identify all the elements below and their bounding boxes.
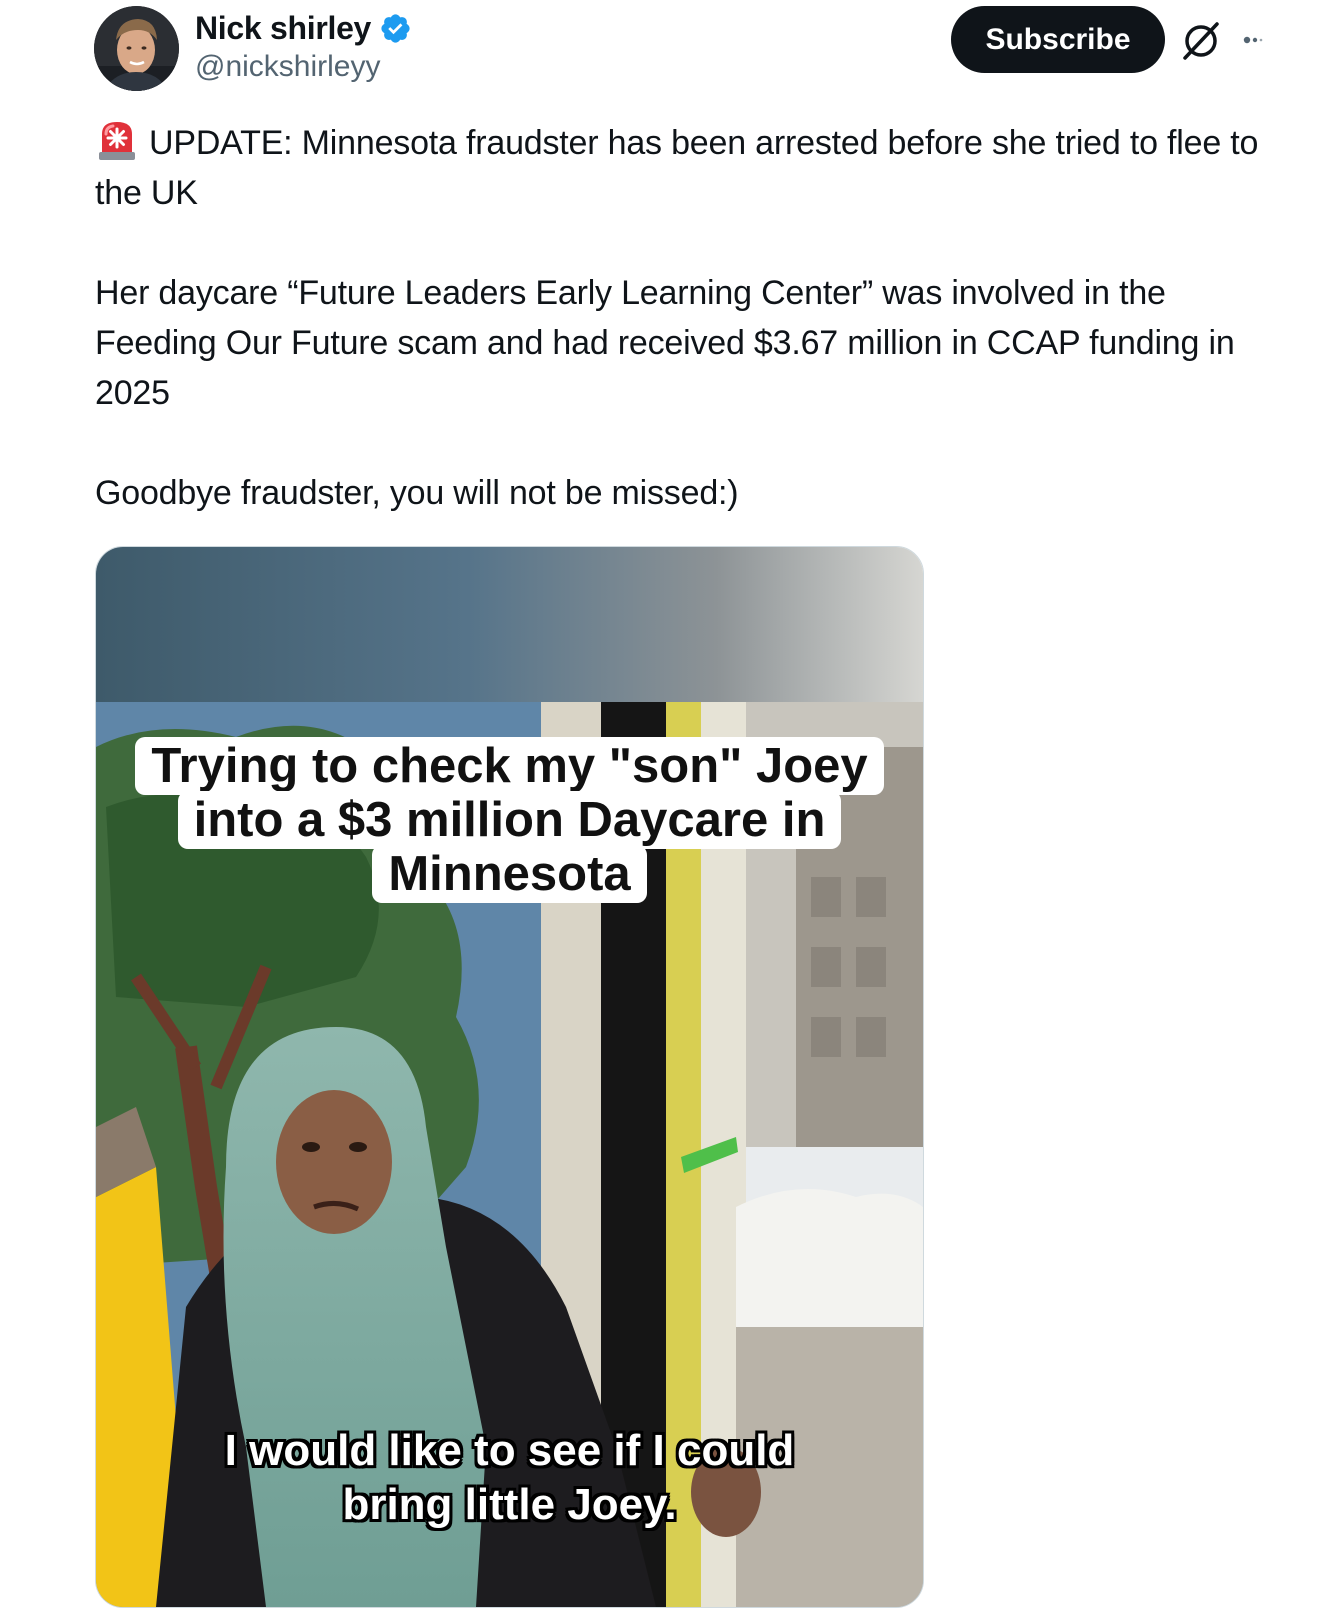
- tweet-paragraph-1: UPDATE: Minnesota fraudster has been arr…: [95, 118, 1295, 218]
- caption-bottom-line-1: I would like to see if I could: [224, 1426, 795, 1475]
- caption-top-line-1: Trying to check my "son" Joey: [135, 737, 884, 795]
- tweet-paragraph-1-text: UPDATE: Minnesota fraudster has been arr…: [95, 124, 1259, 212]
- more-options-icon[interactable]: [1242, 30, 1272, 50]
- tweet-text: UPDATE: Minnesota fraudster has been arr…: [95, 118, 1295, 518]
- caption-top-line-2: into a $3 million Daycare in: [177, 791, 842, 849]
- tweet-paragraph-3: Goodbye fraudster, you will not be misse…: [95, 474, 739, 512]
- author-handle[interactable]: @nickshirleyy: [195, 50, 381, 84]
- tweet-video-media[interactable]: Trying to check my "son" Joey into a $3 …: [95, 546, 924, 1608]
- verified-badge-icon: [379, 12, 412, 45]
- subscribe-button[interactable]: Subscribe: [951, 6, 1165, 73]
- grok-icon[interactable]: [1180, 20, 1222, 62]
- police-siren-icon: [95, 118, 139, 162]
- caption-bottom-line-2: bring little Joey.: [342, 1480, 677, 1529]
- author-display-name[interactable]: Nick shirley: [195, 10, 371, 47]
- avatar[interactable]: [94, 6, 179, 91]
- video-caption-top: Trying to check my "son" Joey into a $3 …: [96, 737, 923, 903]
- tweet-paragraph-2: Her daycare “Future Leaders Early Learni…: [95, 274, 1235, 412]
- author-display-name-row[interactable]: Nick shirley: [195, 6, 412, 50]
- caption-top-line-3: Minnesota: [372, 845, 647, 903]
- video-caption-bottom: I would like to see if I could bring lit…: [96, 1424, 923, 1532]
